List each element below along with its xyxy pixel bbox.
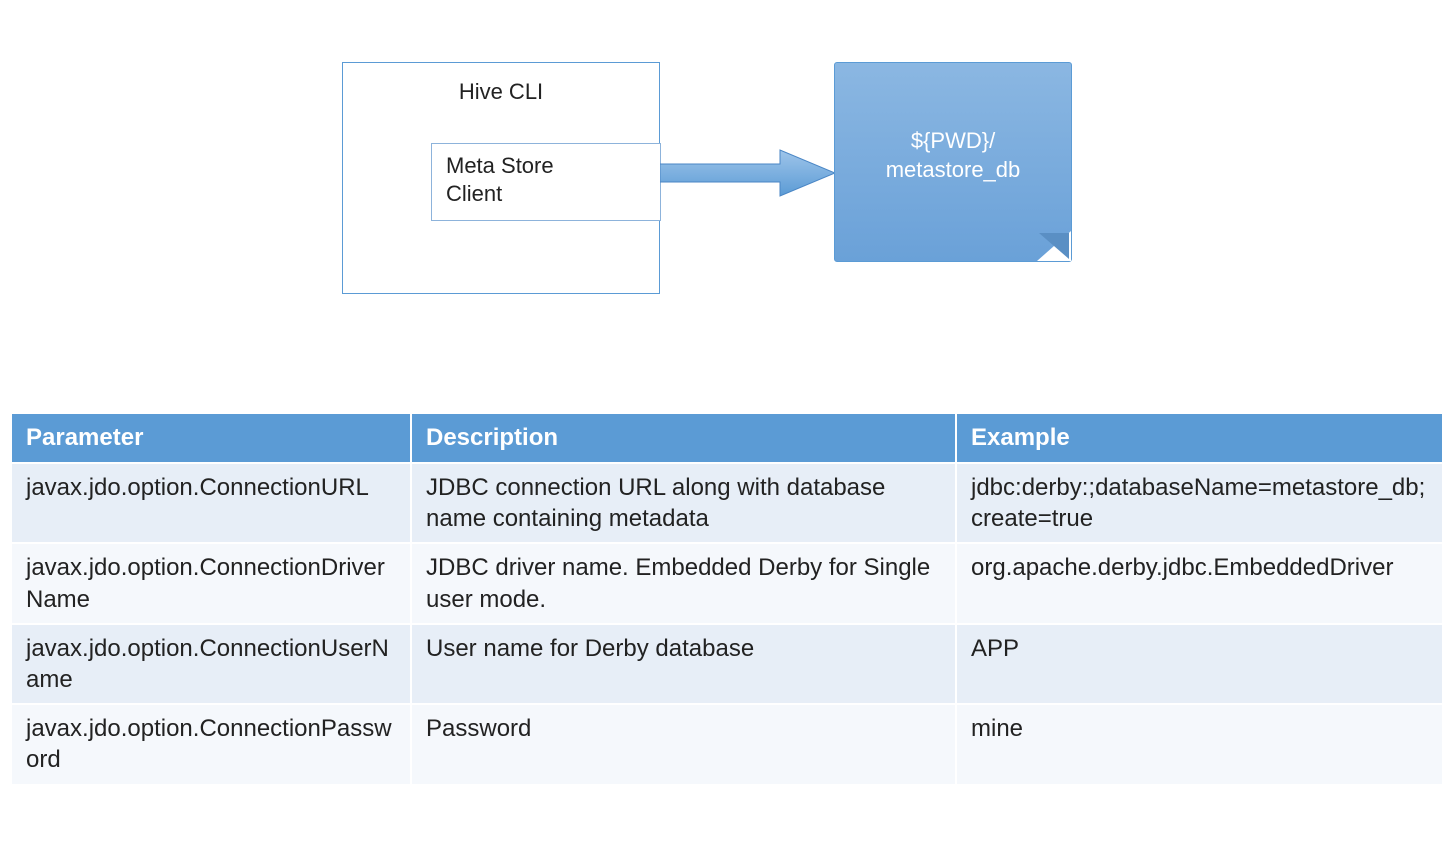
header-parameter: Parameter xyxy=(11,413,411,463)
cell-desc: JDBC connection URL along with database … xyxy=(411,463,956,543)
cell-param: javax.jdo.option.ConnectionUserName xyxy=(11,624,411,704)
arrow-icon xyxy=(660,148,835,198)
cell-example: APP xyxy=(956,624,1443,704)
meta-store-client-box: Meta Store Client xyxy=(431,143,661,221)
metastore-db-note: ${PWD}/ metastore_db xyxy=(834,62,1072,262)
db-note-line1: ${PWD}/ xyxy=(911,128,995,153)
table-row: javax.jdo.option.ConnectionURL JDBC conn… xyxy=(11,463,1443,543)
db-note-line2: metastore_db xyxy=(886,157,1021,182)
cell-param: javax.jdo.option.ConnectionPassword xyxy=(11,704,411,784)
table-row: javax.jdo.option.ConnectionUserName User… xyxy=(11,624,1443,704)
table-row: javax.jdo.option.ConnectionPassword Pass… xyxy=(11,704,1443,784)
table-row: javax.jdo.option.ConnectionDriverName JD… xyxy=(11,543,1443,623)
parameters-table: Parameter Description Example javax.jdo.… xyxy=(10,412,1444,786)
hive-cli-box: Hive CLI Meta Store Client xyxy=(342,62,660,294)
cell-example: mine xyxy=(956,704,1443,784)
cell-desc: User name for Derby database xyxy=(411,624,956,704)
db-note-text: ${PWD}/ metastore_db xyxy=(886,127,1021,184)
meta-store-client-line1: Meta Store xyxy=(446,153,554,178)
page-fold-icon xyxy=(1037,231,1071,261)
cell-param: javax.jdo.option.ConnectionDriverName xyxy=(11,543,411,623)
hive-cli-title: Hive CLI xyxy=(343,79,659,105)
header-description: Description xyxy=(411,413,956,463)
cell-example: org.apache.derby.jdbc.EmbeddedDriver xyxy=(956,543,1443,623)
table-header-row: Parameter Description Example xyxy=(11,413,1443,463)
cell-desc: JDBC driver name. Embedded Derby for Sin… xyxy=(411,543,956,623)
cell-desc: Password xyxy=(411,704,956,784)
meta-store-client-line2: Client xyxy=(446,181,502,206)
header-example: Example xyxy=(956,413,1443,463)
canvas: Hive CLI Meta Store Client ${PWD}/ metas… xyxy=(0,0,1452,852)
cell-param: javax.jdo.option.ConnectionURL xyxy=(11,463,411,543)
cell-example: jdbc:derby:;databaseName=metastore_db;cr… xyxy=(956,463,1443,543)
